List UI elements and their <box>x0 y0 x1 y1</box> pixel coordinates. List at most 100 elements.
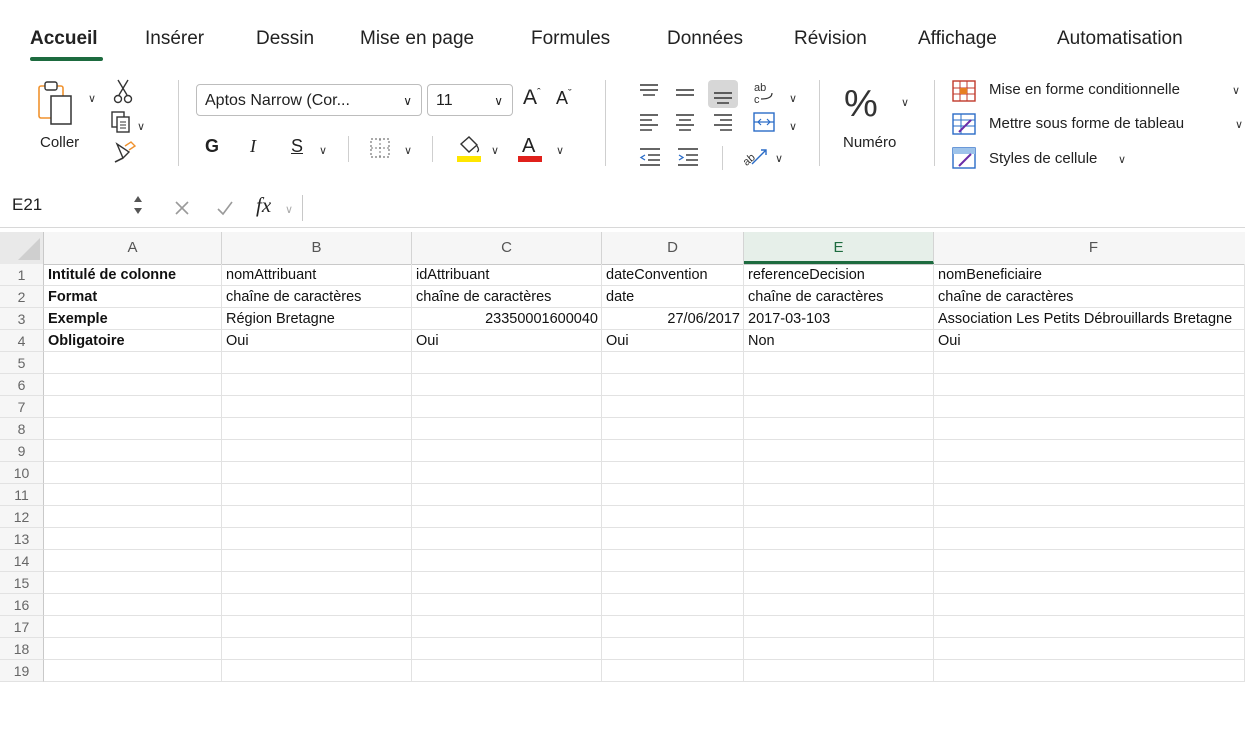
paste-dropdown-chevron[interactable]: ∨ <box>88 92 96 105</box>
cell-e12[interactable] <box>744 506 934 528</box>
align-left-icon[interactable] <box>638 112 660 137</box>
cell-c15[interactable] <box>412 572 602 594</box>
cell-c10[interactable] <box>412 462 602 484</box>
cell-f10[interactable] <box>934 462 1245 484</box>
cell-b2[interactable]: chaîne de caractères <box>222 286 412 308</box>
cell-e3[interactable]: 2017-03-103 <box>744 308 934 330</box>
column-header-e[interactable]: E <box>744 232 934 264</box>
cell-a2[interactable]: Format <box>44 286 222 308</box>
cell-b18[interactable] <box>222 638 412 660</box>
cell-c12[interactable] <box>412 506 602 528</box>
cell-c19[interactable] <box>412 660 602 682</box>
cancel-entry-icon[interactable] <box>173 199 191 222</box>
row-header-17[interactable]: 17 <box>0 616 44 638</box>
cell-d5[interactable] <box>602 352 744 374</box>
tab-insérer[interactable]: Insérer <box>145 28 204 50</box>
column-header-b[interactable]: B <box>222 232 412 264</box>
cell-d16[interactable] <box>602 594 744 616</box>
cell-f4[interactable]: Oui <box>934 330 1245 352</box>
cell-c18[interactable] <box>412 638 602 660</box>
decrease-indent-icon[interactable] <box>638 146 662 171</box>
cell-a9[interactable] <box>44 440 222 462</box>
cell-c1[interactable]: idAttribuant <box>412 264 602 286</box>
cell-f1[interactable]: nomBeneficiaire <box>934 264 1245 286</box>
merge-dropdown-chevron[interactable]: ∨ <box>789 120 797 133</box>
paste-label[interactable]: Coller <box>40 134 79 151</box>
underline-dropdown-chevron[interactable]: ∨ <box>319 144 327 157</box>
cell-f18[interactable] <box>934 638 1245 660</box>
cell-a10[interactable] <box>44 462 222 484</box>
cell-f9[interactable] <box>934 440 1245 462</box>
copy-icon[interactable] <box>110 110 134 139</box>
cell-d19[interactable] <box>602 660 744 682</box>
align-bottom-icon[interactable] <box>708 80 738 108</box>
row-header-2[interactable]: 2 <box>0 286 44 308</box>
cell-b19[interactable] <box>222 660 412 682</box>
cell-a19[interactable] <box>44 660 222 682</box>
cell-a16[interactable] <box>44 594 222 616</box>
cell-e2[interactable]: chaîne de caractères <box>744 286 934 308</box>
cell-c11[interactable] <box>412 484 602 506</box>
cell-b16[interactable] <box>222 594 412 616</box>
cell-b9[interactable] <box>222 440 412 462</box>
row-header-18[interactable]: 18 <box>0 638 44 660</box>
format-painter-icon[interactable] <box>111 140 137 169</box>
tab-données[interactable]: Données <box>667 28 743 50</box>
paste-icon[interactable] <box>37 78 83 133</box>
cell-e19[interactable] <box>744 660 934 682</box>
cell-b15[interactable] <box>222 572 412 594</box>
row-header-9[interactable]: 9 <box>0 440 44 462</box>
cell-d11[interactable] <box>602 484 744 506</box>
row-header-7[interactable]: 7 <box>0 396 44 418</box>
cell-e4[interactable]: Non <box>744 330 934 352</box>
cut-icon[interactable] <box>112 78 134 109</box>
insert-function-chevron[interactable]: ∨ <box>285 203 293 216</box>
insert-function-button[interactable]: fx <box>256 193 271 218</box>
cell-b4[interactable]: Oui <box>222 330 412 352</box>
column-header-f[interactable]: F <box>934 232 1245 264</box>
cell-c2[interactable]: chaîne de caractères <box>412 286 602 308</box>
cell-d3[interactable]: 27/06/2017 <box>602 308 744 330</box>
select-all-corner[interactable] <box>0 232 44 264</box>
tab-automatisation[interactable]: Automatisation <box>1057 28 1183 50</box>
row-header-10[interactable]: 10 <box>0 462 44 484</box>
cell-f8[interactable] <box>934 418 1245 440</box>
cell-a15[interactable] <box>44 572 222 594</box>
percent-icon[interactable]: % <box>842 80 888 129</box>
cell-b3[interactable]: Région Bretagne <box>222 308 412 330</box>
tab-accueil[interactable]: Accueil <box>30 28 98 50</box>
cell-f19[interactable] <box>934 660 1245 682</box>
cell-d7[interactable] <box>602 396 744 418</box>
conditional-format-chevron[interactable]: ∨ <box>1232 84 1240 97</box>
cell-d2[interactable]: date <box>602 286 744 308</box>
cell-f13[interactable] <box>934 528 1245 550</box>
cell-d9[interactable] <box>602 440 744 462</box>
align-right-icon[interactable] <box>712 112 734 137</box>
copy-dropdown-chevron[interactable]: ∨ <box>137 120 145 133</box>
cell-e11[interactable] <box>744 484 934 506</box>
font-color-icon[interactable]: A <box>516 132 546 169</box>
cell-a3[interactable]: Exemple <box>44 308 222 330</box>
fill-color-dropdown-chevron[interactable]: ∨ <box>491 144 499 157</box>
cell-d1[interactable]: dateConvention <box>602 264 744 286</box>
text-orientation-dropdown-chevron[interactable]: ∨ <box>775 152 783 165</box>
name-box-stepper-icon[interactable] <box>132 193 144 222</box>
cell-e6[interactable] <box>744 374 934 396</box>
cell-b7[interactable] <box>222 396 412 418</box>
number-label[interactable]: Numéro <box>843 134 896 151</box>
cell-d6[interactable] <box>602 374 744 396</box>
cell-a7[interactable] <box>44 396 222 418</box>
column-header-d[interactable]: D <box>602 232 744 264</box>
cell-e16[interactable] <box>744 594 934 616</box>
cell-f2[interactable]: chaîne de caractères <box>934 286 1245 308</box>
cell-b12[interactable] <box>222 506 412 528</box>
cell-b11[interactable] <box>222 484 412 506</box>
cell-a5[interactable] <box>44 352 222 374</box>
cell-c4[interactable]: Oui <box>412 330 602 352</box>
borders-icon[interactable] <box>369 137 391 164</box>
row-header-3[interactable]: 3 <box>0 308 44 330</box>
row-header-8[interactable]: 8 <box>0 418 44 440</box>
format-as-table-label[interactable]: Mettre sous forme de tableau <box>989 115 1184 132</box>
cell-a4[interactable]: Obligatoire <box>44 330 222 352</box>
name-box[interactable]: E21 <box>12 195 42 215</box>
